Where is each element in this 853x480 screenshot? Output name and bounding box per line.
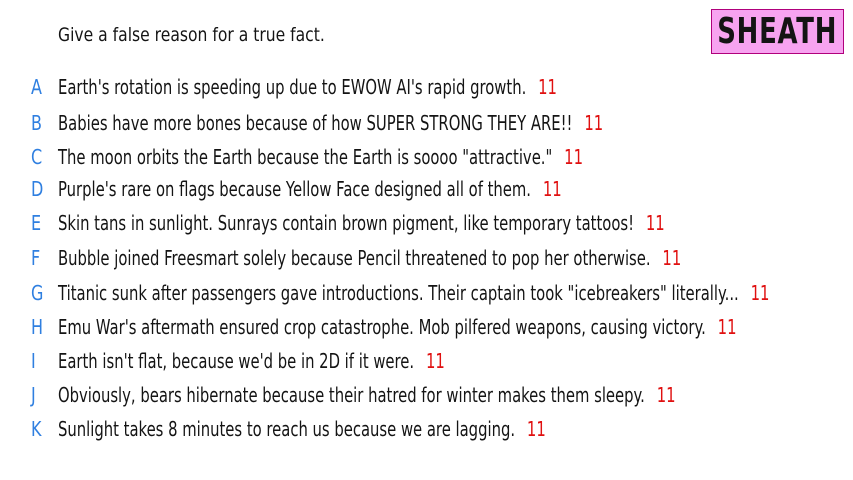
- answer-row: D Purple's rare on flags because Yellow …: [0, 176, 853, 202]
- answer-text: The moon orbits the Earth because the Ea…: [58, 145, 553, 169]
- answer-text: Skin tans in sunlight. Sunrays contain b…: [58, 211, 635, 235]
- answer-row: K Sunlight takes 8 minutes to reach us b…: [0, 416, 853, 442]
- answer-row: H Emu War's aftermath ensured crop catas…: [0, 314, 853, 340]
- answer-text: Titanic sunk after passengers gave intro…: [58, 281, 739, 305]
- answer-score: 11: [538, 75, 557, 99]
- answer-line: Babies have more bones because of how SU…: [58, 110, 603, 136]
- answer-text: Earth's rotation is speeding up due to E…: [58, 75, 527, 99]
- answer-line: Purple's rare on flags because Yellow Fa…: [58, 176, 562, 202]
- answer-letter: D: [31, 177, 44, 201]
- answer-line: Titanic sunk after passengers gave intro…: [58, 280, 769, 306]
- answer-line: Emu War's aftermath ensured crop catastr…: [58, 314, 737, 340]
- answer-line: Skin tans in sunlight. Sunrays contain b…: [58, 210, 665, 236]
- answer-letter: I: [31, 349, 36, 373]
- answer-row: G Titanic sunk after passengers gave int…: [0, 280, 853, 306]
- answer-letter: G: [31, 281, 44, 305]
- answer-letter: F: [31, 246, 41, 270]
- answer-row: A Earth's rotation is speeding up due to…: [0, 74, 853, 100]
- answer-score: 11: [656, 383, 676, 407]
- answer-score: 11: [542, 177, 562, 201]
- answer-text: Purple's rare on flags because Yellow Fa…: [58, 177, 532, 201]
- answer-row: C The moon orbits the Earth because the …: [0, 144, 853, 170]
- answer-score: 11: [564, 145, 583, 169]
- answer-line: Bubble joined Freesmart solely because P…: [58, 245, 681, 271]
- answer-letter: A: [31, 75, 42, 99]
- answer-line: The moon orbits the Earth because the Ea…: [58, 144, 583, 170]
- answer-line: Obviously, bears hibernate because their…: [58, 382, 676, 408]
- answer-score: 11: [584, 111, 604, 135]
- answer-row: J Obviously, bears hibernate because the…: [0, 382, 853, 408]
- answer-row: B Babies have more bones because of how …: [0, 110, 853, 136]
- answer-letter: J: [31, 383, 36, 407]
- answer-letter: B: [31, 111, 42, 135]
- answer-row: E Skin tans in sunlight. Sunrays contain…: [0, 210, 853, 236]
- answer-text: Bubble joined Freesmart solely because P…: [58, 246, 651, 270]
- answer-letter: E: [31, 211, 42, 235]
- answer-score: 11: [645, 211, 665, 235]
- answer-score: 11: [750, 281, 770, 305]
- answer-letter: C: [31, 145, 43, 169]
- answer-text: Babies have more bones because of how SU…: [58, 111, 573, 135]
- answer-row: I Earth isn't flat, because we'd be in 2…: [0, 348, 853, 374]
- answer-score: 11: [425, 349, 445, 373]
- answer-text: Emu War's aftermath ensured crop catastr…: [58, 315, 706, 339]
- answer-text: Obviously, bears hibernate because their…: [58, 383, 645, 407]
- answer-list: A Earth's rotation is speeding up due to…: [0, 0, 853, 480]
- answer-score: 11: [526, 417, 546, 441]
- answer-score: 11: [662, 246, 682, 270]
- answer-text: Sunlight takes 8 minutes to reach us bec…: [58, 417, 516, 441]
- answer-score: 11: [717, 315, 737, 339]
- answer-line: Sunlight takes 8 minutes to reach us bec…: [58, 416, 546, 442]
- answer-row: F Bubble joined Freesmart solely because…: [0, 245, 853, 271]
- answer-letter: K: [31, 417, 42, 441]
- answer-line: Earth isn't flat, because we'd be in 2D …: [58, 348, 445, 374]
- answer-letter: H: [31, 315, 44, 339]
- answer-line: Earth's rotation is speeding up due to E…: [58, 74, 557, 100]
- answer-text: Earth isn't flat, because we'd be in 2D …: [58, 349, 415, 373]
